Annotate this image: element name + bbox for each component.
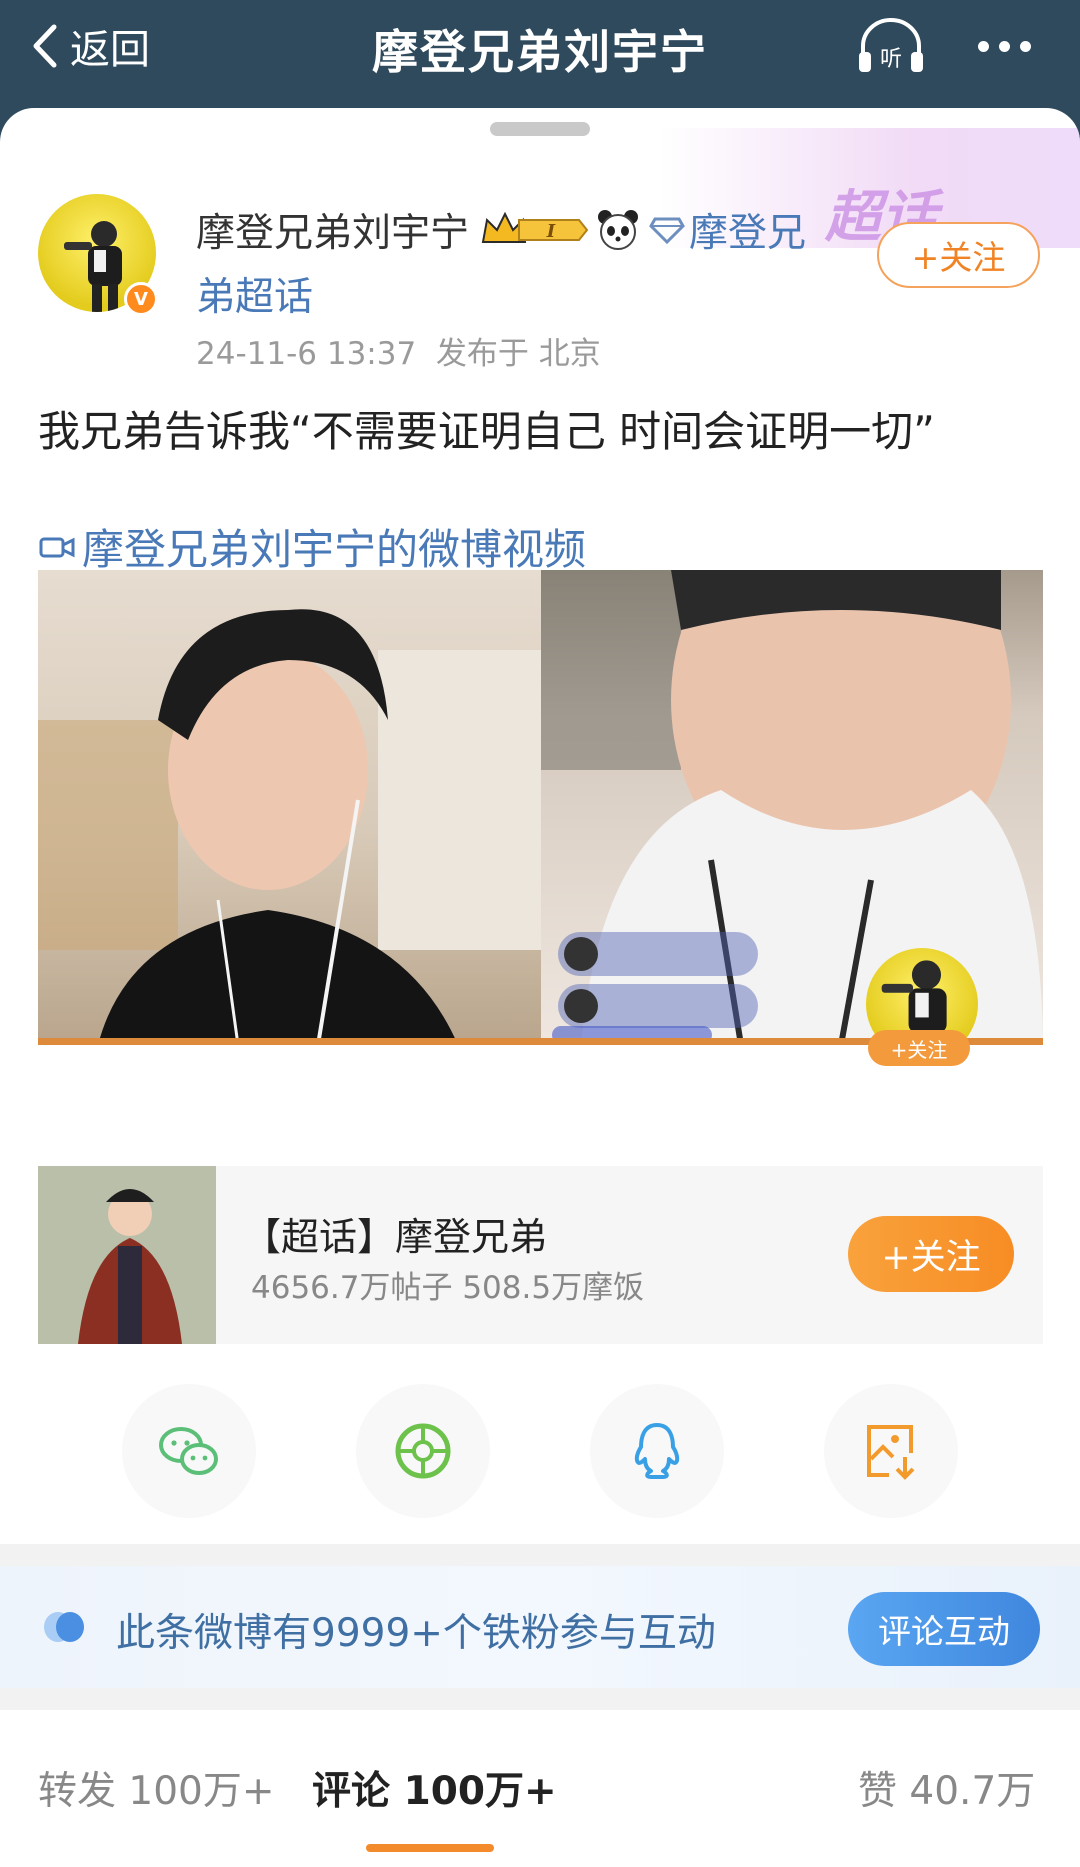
more-button[interactable] [978, 26, 1042, 66]
super-topic-card[interactable]: 【超话】摩登兄弟 4656.7万帖子 508.5万摩饭 +关注 [38, 1166, 1043, 1344]
section-divider [0, 1688, 1080, 1710]
tab-comment-label: 评论 [312, 1769, 391, 1814]
follow-super-topic-button[interactable]: +关注 [848, 1216, 1014, 1292]
tab-repost-count: 100万+ [128, 1769, 275, 1814]
super-topic-title: 【超话】摩登兄弟 [243, 1215, 548, 1259]
author-line: 摩登兄弟刘宇宁 I 摩登兄 [196, 204, 806, 256]
super-topic-thumbnail [38, 1166, 216, 1344]
person-left-illustration [38, 609, 541, 1045]
video-frame-left [38, 570, 541, 1045]
share-wechat-button[interactable] [122, 1384, 256, 1518]
interaction-bubble-icon [44, 1612, 84, 1642]
tab-like[interactable]: 赞 40.7万 [858, 1760, 1035, 1816]
diamond-icon [649, 217, 685, 245]
super-topic-link-continued[interactable]: 弟超话 [196, 266, 313, 322]
qq-icon [634, 1423, 680, 1479]
panda-icon [598, 210, 639, 250]
verified-badge: V [124, 282, 158, 316]
active-tab-indicator [366, 1844, 494, 1852]
more-dot-icon [1020, 40, 1031, 52]
listen-label: 听 [880, 47, 902, 72]
video-link[interactable]: 摩登兄弟刘宇宁的微博视频 [38, 516, 586, 577]
super-topic-link[interactable]: 摩登兄 [689, 202, 806, 258]
drama-poster-illustration [38, 1166, 216, 1344]
post-stats-tabs: 转发 100万+ 评论 100万+ 赞 40.7万 [0, 1710, 1080, 1867]
save-image-icon [867, 1425, 915, 1480]
share-moments-button[interactable] [356, 1384, 490, 1518]
tab-repost[interactable]: 转发 100万+ [38, 1760, 275, 1816]
video-camera-icon [39, 537, 75, 557]
section-divider [0, 1544, 1080, 1566]
post-sheet: 超话 V 摩登兄弟刘宇宁 I 摩登兄 弟超话 24-11-6 13:37 发布于… [0, 108, 1080, 1867]
more-dot-icon [978, 40, 989, 52]
crown-level-badge-icon: I [481, 211, 589, 243]
avatar [564, 989, 598, 1023]
super-topic-stats: 4656.7万帖子 508.5万摩饭 [251, 1270, 645, 1306]
more-dot-icon [999, 40, 1010, 52]
live-comment-list [558, 932, 758, 1036]
navigation-bar: 返回 摩登兄弟刘宇宁 听 [0, 0, 1080, 100]
post-meta: 24-11-6 13:37 发布于 北京 [196, 328, 601, 373]
pip-follow-button[interactable]: +关注 [868, 1030, 970, 1066]
listen-button[interactable]: 听 [855, 14, 927, 76]
headphones-icon: 听 [859, 18, 923, 72]
author-name[interactable]: 摩登兄弟刘宇宁 [196, 202, 469, 258]
tab-comment-count: 100万+ [403, 1769, 557, 1814]
iron-fan-text: 此条微博有9999+个铁粉参与互动 [116, 1611, 716, 1656]
avatar [564, 937, 598, 971]
drag-handle[interactable] [490, 122, 590, 136]
tab-like-label: 赞 [858, 1769, 898, 1814]
post-time: 24-11-6 13:37 [196, 336, 417, 372]
follow-author-button[interactable]: +关注 [877, 222, 1040, 288]
iron-fan-banner[interactable]: 此条微博有9999+个铁粉参与互动 评论互动 [0, 1566, 1080, 1688]
live-comment-item [558, 932, 758, 976]
share-qq-button[interactable] [590, 1384, 724, 1518]
live-comment-item [558, 984, 758, 1028]
tab-like-count: 40.7万 [909, 1769, 1036, 1814]
post-location: 发布于 北京 [435, 336, 601, 372]
save-image-button[interactable] [824, 1384, 958, 1518]
tab-repost-label: 转发 [38, 1769, 117, 1814]
level-badge-text: I [546, 221, 556, 242]
share-row [0, 1384, 1080, 1524]
tab-comment[interactable]: 评论 100万+ [312, 1760, 557, 1816]
video-link-label: 摩登兄弟刘宇宁的微博视频 [82, 525, 587, 574]
post-text: 我兄弟告诉我“不需要证明自己 时间会证明一切” [38, 407, 935, 456]
moments-icon [395, 1423, 451, 1479]
wechat-icon [159, 1427, 218, 1475]
comment-interact-button[interactable]: 评论互动 [848, 1592, 1040, 1666]
